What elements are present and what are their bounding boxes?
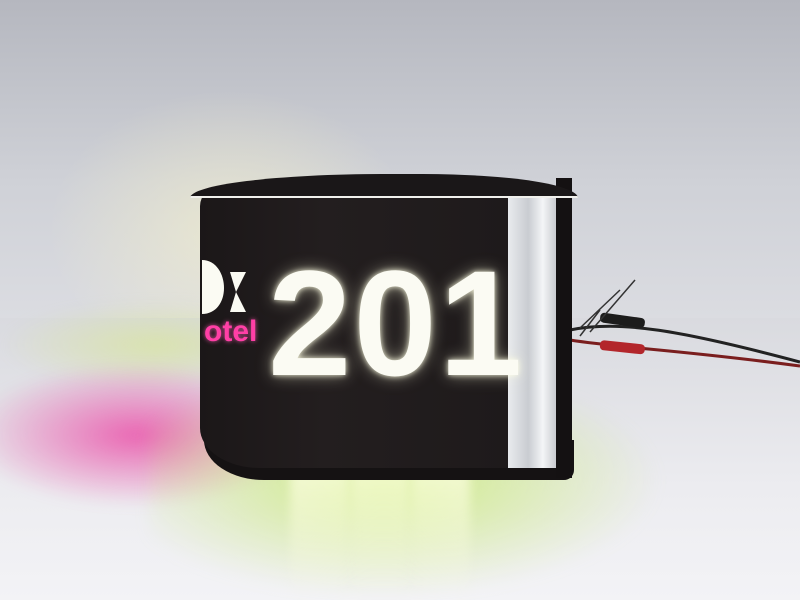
sign-end-edge — [556, 178, 572, 478]
reflection-0 — [350, 470, 410, 600]
reflection-1 — [410, 470, 470, 600]
wire-cables — [569, 279, 800, 368]
photo-scene: otel 201 — [0, 0, 800, 600]
logo-text: otel — [204, 315, 258, 348]
hotel-logo-icon — [202, 260, 246, 314]
room-number: 201 — [268, 239, 525, 407]
reflection-2 — [290, 470, 350, 600]
